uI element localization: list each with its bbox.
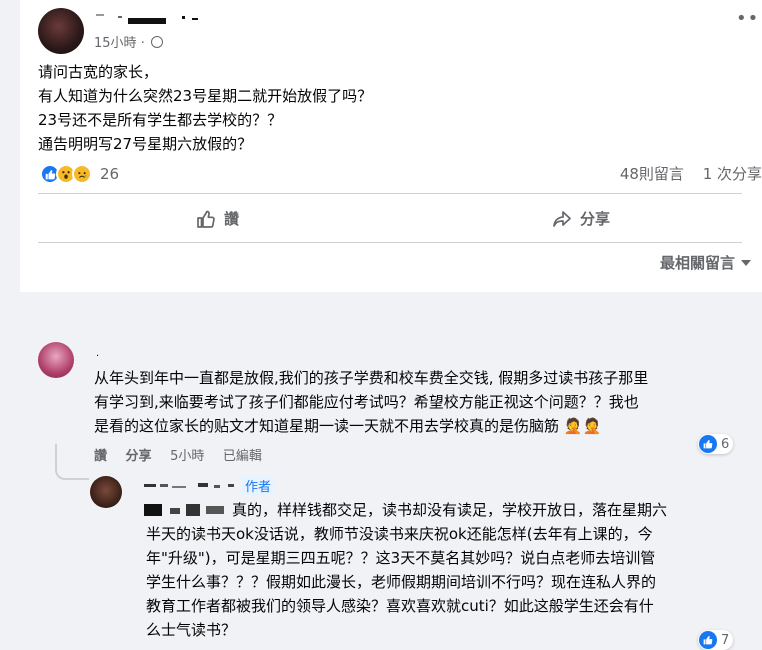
reply-redacted-text <box>144 500 228 518</box>
reply-line: 半天的读书天ok没话说，教师节没读书来庆祝ok还能怎样(去年有上课的，今 <box>146 525 653 543</box>
post-time-text: 15小時 <box>94 36 137 51</box>
reply-thread-line <box>55 444 89 480</box>
comment-line: 有学习到,来临要考试了孩子们都能应付考试吗？希望校方能正视这个问题？？我也 <box>94 393 639 411</box>
reply-bubble: 作者 真的，样样钱都交足，读书却没有读足，学校开放日，落在星期六 半天的读书天o… <box>134 470 738 639</box>
author-name-redacted <box>96 12 206 28</box>
post-line: 通告明明写27号星期六放假的？ <box>38 135 253 153</box>
globe-icon <box>150 36 163 48</box>
reaction-count: 26 <box>100 165 120 183</box>
comment-edited: 已編輯 <box>222 449 262 464</box>
reply-avatar[interactable] <box>90 476 122 508</box>
post-timestamp[interactable]: 15小時 · <box>94 32 163 51</box>
comment-line: 是看的这位家长的贴文才知道星期一读一天就不用去学校真的是伤脑筋 🤦🤦 <box>94 417 602 435</box>
more-icon[interactable]: ••• <box>736 10 762 28</box>
reply-line: 年"升级")，可是星期三四五呢？？这3天不莫名其妙吗？说白点老师去培训管 <box>146 549 656 567</box>
like-icon <box>699 435 717 453</box>
post-line: 有人知道为什么突然23号星期二就开始放假了吗？ <box>38 87 373 105</box>
post-line: 23号还不是所有学生都去学校的？？ <box>38 111 283 129</box>
reply-body: 半天的读书天ok没话说，教师节没读书来庆祝ok还能怎样(去年有上课的，今 年"升… <box>146 522 656 642</box>
comment-sort-dropdown[interactable]: 最相關留言 <box>660 252 752 273</box>
author-avatar[interactable] <box>38 8 84 54</box>
author-badge: 作者 <box>242 476 275 495</box>
share-button[interactable]: 分享 <box>552 208 610 229</box>
like-icon <box>699 631 717 649</box>
reply-reaction-badge[interactable]: 7 <box>698 630 734 650</box>
like-button[interactable]: 讚 <box>196 208 239 229</box>
comment-author[interactable]: . <box>96 348 99 359</box>
comment-time[interactable]: 5小時 <box>170 449 204 464</box>
reply-author-redacted[interactable] <box>144 480 240 492</box>
share-icon <box>553 210 571 227</box>
comment-like-button[interactable]: 讚 <box>94 449 107 464</box>
sort-label: 最相關留言 <box>660 254 736 272</box>
comment-share-button[interactable]: 分享 <box>126 449 152 464</box>
reply-line: 么士气读书？ <box>146 621 237 639</box>
reaction-summary[interactable]: 26 <box>40 164 119 184</box>
post-stats: 48則留言 1 次分享 <box>606 163 762 184</box>
comment-reaction-count: 6 <box>721 436 730 452</box>
divider <box>38 242 742 243</box>
share-label: 分享 <box>580 210 611 228</box>
section-gap <box>20 292 762 326</box>
comment-line: 从年头到年中一直都是放假,我们的孩子学费和校车费全交钱, 假期多过读书孩子那里 <box>94 369 649 387</box>
comment-actions: 讚 分享 5小時 已編輯 <box>94 445 276 464</box>
sad-reaction-icon <box>72 164 92 184</box>
reply-first-line: 真的，样样钱都交足，读书却没有读足，学校开放日，落在星期六 <box>232 501 668 519</box>
comments-count-link[interactable]: 48則留言 <box>620 165 684 183</box>
like-label: 讚 <box>224 210 240 228</box>
post-body: 请问古宽的家长， 有人知道为什么突然23号星期二就开始放假了吗？ 23号还不是所… <box>38 60 372 156</box>
commenter-avatar[interactable] <box>38 342 74 378</box>
post-line: 请问古宽的家长， <box>38 63 159 81</box>
post-card: 15小時 · ••• 请问古宽的家长， 有人知道为什么突然23号星期二就开始放假… <box>20 0 762 292</box>
like-icon <box>197 210 215 228</box>
chevron-down-icon <box>741 260 752 266</box>
comment-body: 从年头到年中一直都是放假,我们的孩子学费和校车费全交钱, 假期多过读书孩子那里 … <box>94 366 648 438</box>
reply-line: 学生什么事？？？假期如此漫长，老师假期期间培训不行吗？现在连私人界的 <box>146 573 657 591</box>
comment-reaction-badge[interactable]: 6 <box>698 434 734 454</box>
reply-line: 教育工作者都被我们的领导人感染？喜欢喜欢就cuti？如此这般学生还会有什 <box>146 597 654 615</box>
time-separator: · <box>140 36 145 51</box>
divider <box>38 193 742 194</box>
shares-count-link[interactable]: 1 次分享 <box>703 165 762 183</box>
reply-reaction-count: 7 <box>721 632 730 648</box>
comment-bubble: . 从年头到年中一直都是放假,我们的孩子学费和校车费全交钱, 假期多过读书孩子那… <box>82 340 736 442</box>
